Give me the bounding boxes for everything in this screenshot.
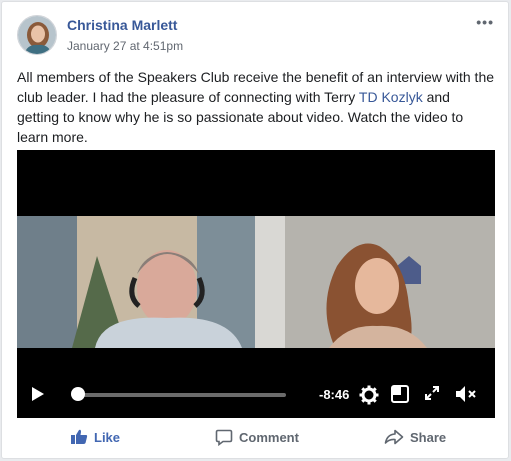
video-controls: -8:46 (17, 380, 495, 410)
progress-bar[interactable] (74, 393, 286, 397)
share-label: Share (410, 429, 447, 445)
post-card: Christina Marlett January 27 at 4:51pm •… (1, 1, 509, 459)
play-icon[interactable] (31, 386, 45, 407)
like-label: Like (94, 429, 121, 445)
share-icon (384, 429, 404, 445)
share-button[interactable]: Share (384, 424, 446, 450)
comment-icon (215, 429, 233, 446)
author-name[interactable]: Christina Marlett (67, 17, 177, 33)
fullscreen-icon[interactable] (424, 385, 440, 406)
post-actions: Like Comment Share (2, 422, 510, 452)
mention-link[interactable]: TD Kozlyk (359, 89, 423, 105)
settings-icon[interactable] (359, 385, 379, 410)
time-remaining: -8:46 (319, 387, 350, 402)
more-options-icon[interactable]: ••• (476, 14, 494, 30)
progress-knob[interactable] (71, 387, 86, 401)
comment-label: Comment (239, 429, 299, 445)
picture-in-picture-icon[interactable] (391, 385, 409, 408)
video-frame[interactable] (17, 216, 495, 348)
thumbs-up-icon (71, 429, 88, 444)
like-button[interactable]: Like (70, 424, 120, 450)
comment-button[interactable]: Comment (215, 424, 299, 450)
post-text: All members of the Speakers Club receive… (17, 67, 495, 147)
post-timestamp[interactable]: January 27 at 4:51pm (67, 39, 183, 53)
avatar[interactable] (17, 15, 57, 55)
video-player[interactable]: -8:46 (17, 150, 495, 418)
mute-icon[interactable] (455, 385, 477, 408)
